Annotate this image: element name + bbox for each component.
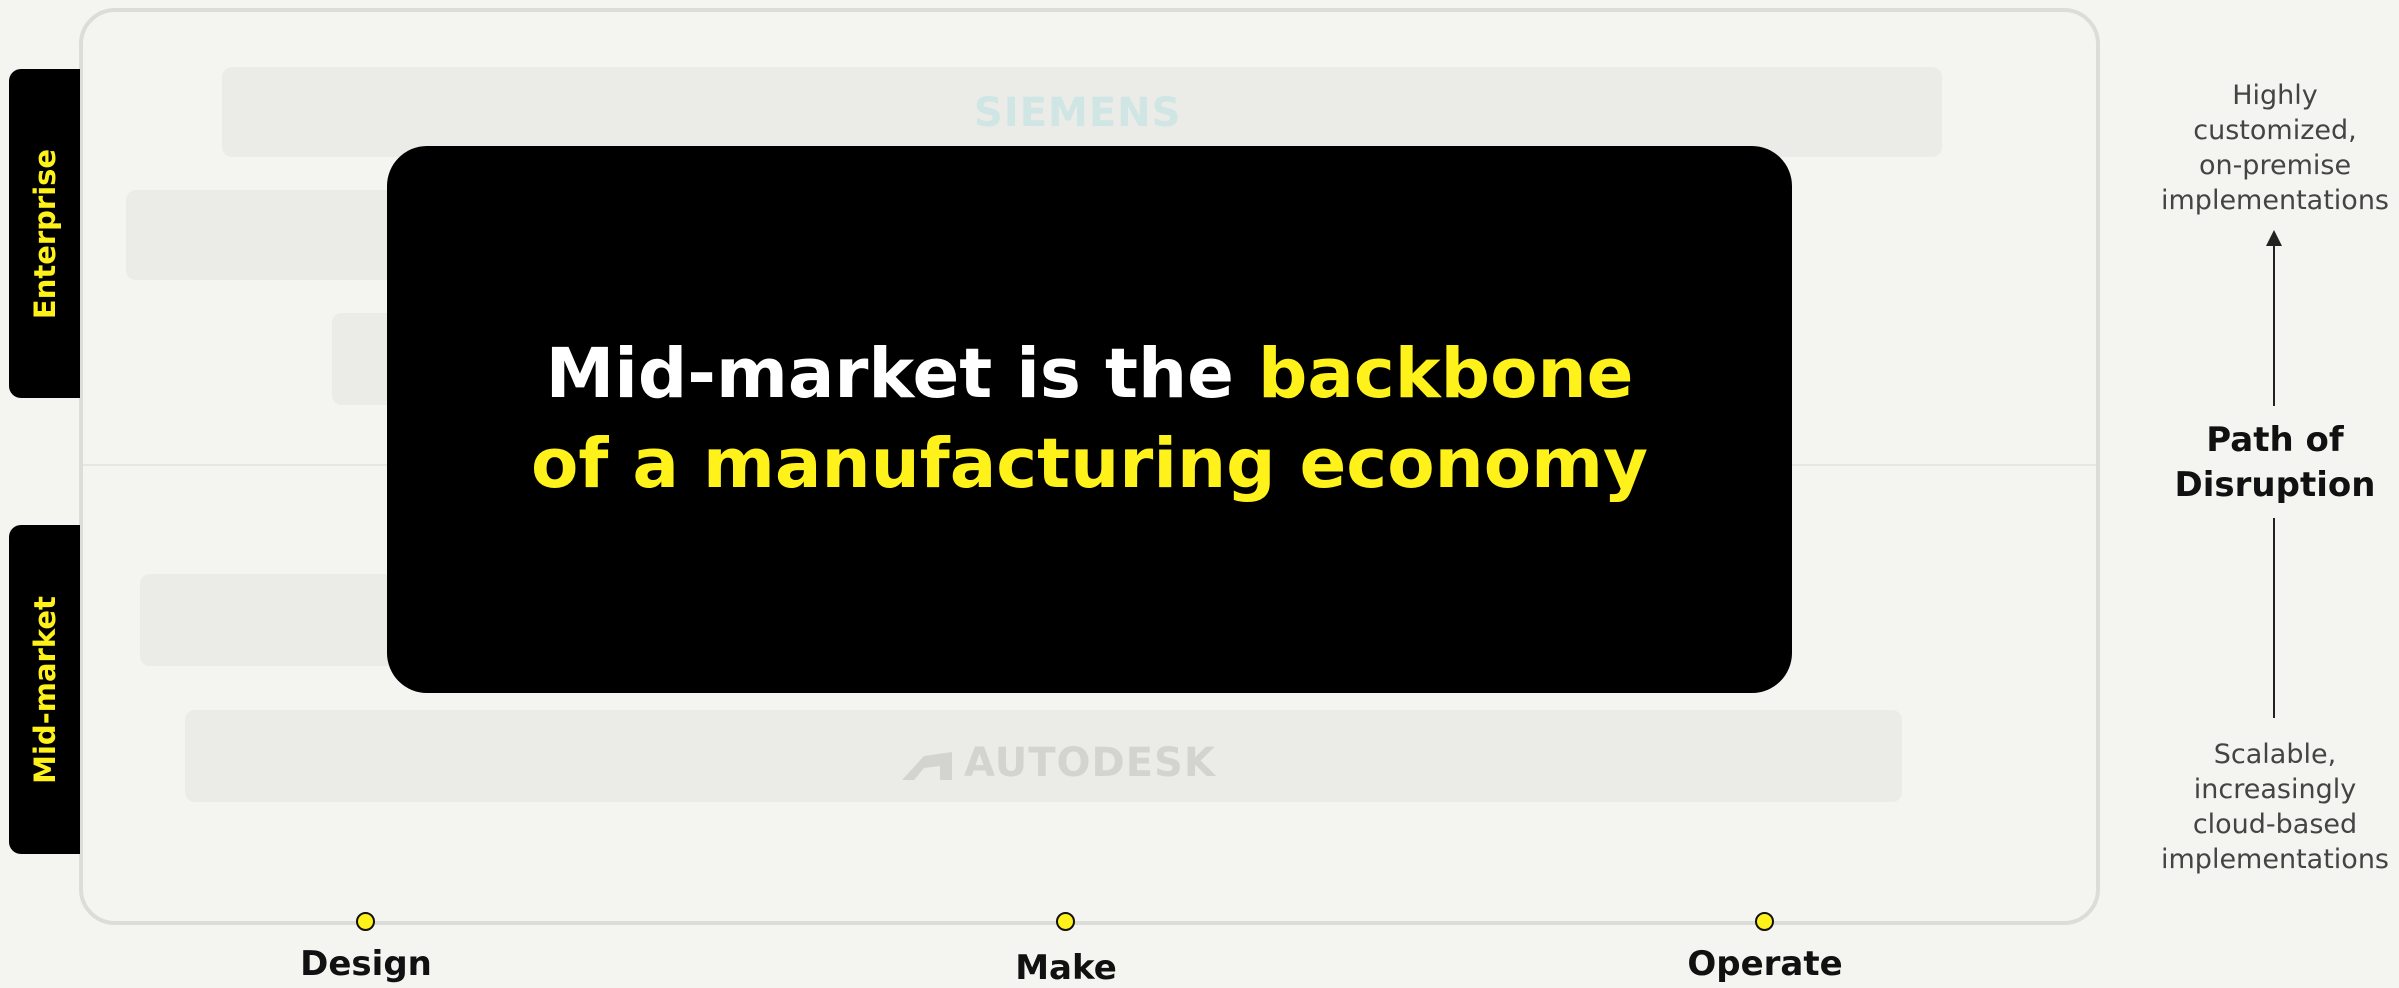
midmarket-label: Mid-market <box>27 595 62 784</box>
path-bottom-note: Scalable, increasingly cloud-based imple… <box>2150 737 2399 877</box>
headline: Mid-market is the backbone of a manufact… <box>387 329 1792 509</box>
autodesk-wordmark: AUTODESK <box>964 740 1216 786</box>
autodesk-mark-icon <box>902 752 952 780</box>
headline-overlay: Mid-market is the backbone of a manufact… <box>387 146 1792 693</box>
enterprise-band-2 <box>126 190 426 280</box>
enterprise-label: Enterprise <box>27 148 62 319</box>
path-title-line: Path of <box>2206 420 2344 460</box>
top-note-line: customized, <box>2193 115 2357 146</box>
headline-highlight-1: backbone <box>1257 334 1634 414</box>
midmarket-tab: Mid-market <box>9 525 80 854</box>
bottom-note-line: cloud-based <box>2192 809 2358 840</box>
top-note-line: on-premise <box>2198 150 2352 181</box>
path-line-upper <box>2273 244 2275 406</box>
enterprise-tab: Enterprise <box>9 69 80 398</box>
path-title: Path of Disruption <box>2150 418 2399 508</box>
operate-marker <box>1755 912 1774 931</box>
stage-make: Make <box>1015 948 1117 988</box>
top-note-line: implementations <box>2161 185 2389 216</box>
bottom-note-line: Scalable, <box>2213 739 2337 770</box>
top-note-line: Highly <box>2232 80 2318 111</box>
path-top-note: Highly customized, on-premise implementa… <box>2150 78 2399 218</box>
bottom-note-line: implementations <box>2161 844 2389 875</box>
make-marker <box>1056 912 1075 931</box>
stage-operate: Operate <box>1687 944 1843 984</box>
path-title-line: Disruption <box>2174 465 2376 505</box>
headline-highlight-2: of a manufacturing economy <box>530 424 1649 504</box>
stage-design: Design <box>300 944 432 984</box>
headline-white: Mid-market is the <box>545 334 1258 414</box>
siemens-logo: SIEMENS <box>974 90 1182 136</box>
bottom-note-line: increasingly <box>2193 774 2357 805</box>
path-line-lower <box>2273 518 2275 718</box>
design-marker <box>356 912 375 931</box>
